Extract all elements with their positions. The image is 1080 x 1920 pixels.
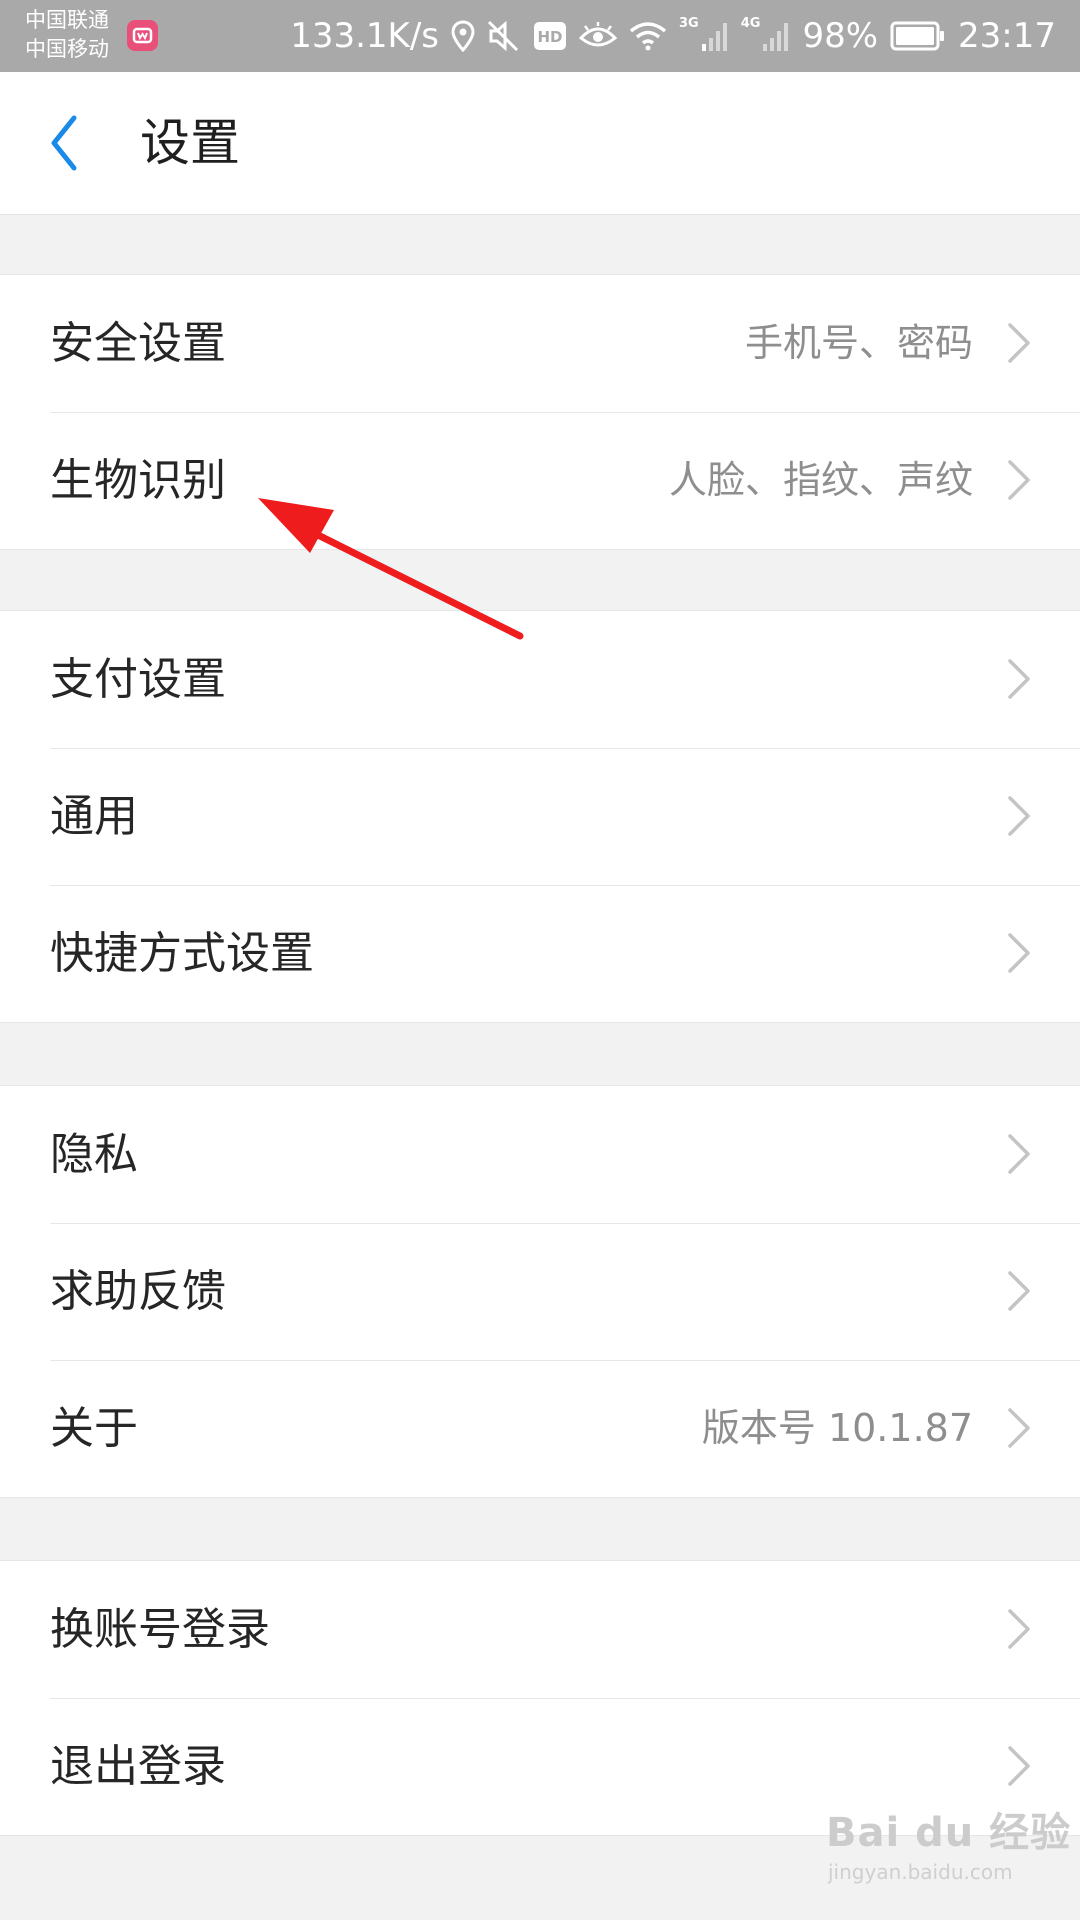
settings-group-support: 隐私 求助反馈 关于 版本号 10.1.87: [0, 1085, 1080, 1498]
settings-item-switch-account[interactable]: 换账号登录: [0, 1561, 1080, 1698]
mute-icon: [487, 20, 519, 52]
chevron-right-icon: [1008, 323, 1030, 363]
hd-label: HD: [537, 28, 562, 46]
app-badge-icon: [127, 20, 158, 51]
hd-icon: HD: [534, 22, 566, 50]
item-value: 人脸、指纹、声纹: [668, 458, 973, 502]
settings-group-login: 换账号登录 退出登录: [0, 1560, 1080, 1836]
item-label: 生物识别: [50, 455, 226, 506]
item-label: 隐私: [50, 1129, 138, 1180]
settings-item-privacy[interactable]: 隐私: [0, 1086, 1080, 1223]
signal-4g-label: 4G: [740, 16, 761, 31]
chevron-right-icon: [1008, 1609, 1030, 1649]
carrier-2: 中国移动: [25, 37, 109, 61]
item-label: 通用: [50, 791, 138, 842]
chevron-left-icon: [51, 115, 77, 171]
settings-item-general[interactable]: 通用: [0, 748, 1080, 885]
settings-group-account: 安全设置 手机号、密码 生物识别 人脸、指纹、声纹: [0, 274, 1080, 550]
item-label: 换账号登录: [50, 1604, 270, 1655]
settings-item-shortcuts[interactable]: 快捷方式设置: [0, 885, 1080, 1022]
carrier-info: 中国联通 中国移动: [25, 6, 109, 64]
watermark-url: jingyan.baidu.com: [828, 1860, 1013, 1884]
signal-4g-icon: [763, 23, 789, 51]
watermark: Bai du 经验 jingyan.baidu.com: [826, 1800, 1072, 1884]
back-button[interactable]: [40, 112, 102, 174]
chevron-right-icon: [1008, 1746, 1030, 1786]
chevron-right-icon: [1008, 933, 1030, 973]
title-bar: 设置: [0, 72, 1080, 215]
page-title: 设置: [140, 114, 240, 172]
item-label: 求助反馈: [50, 1266, 226, 1317]
clock: 23:17: [958, 16, 1056, 56]
battery-percent: 98%: [802, 16, 879, 56]
net-speed: 133.1K/s: [290, 16, 439, 56]
battery-icon: [890, 21, 945, 51]
settings-item-about[interactable]: 关于 版本号 10.1.87: [0, 1360, 1080, 1497]
chevron-right-icon: [1008, 460, 1030, 500]
settings-item-biometrics[interactable]: 生物识别 人脸、指纹、声纹: [0, 412, 1080, 549]
chevron-right-icon: [1008, 659, 1030, 699]
item-label: 退出登录: [50, 1741, 226, 1792]
settings-item-help-feedback[interactable]: 求助反馈: [0, 1223, 1080, 1360]
item-value: 版本号 10.1.87: [701, 1406, 973, 1450]
signal-3g-icon: [701, 23, 727, 51]
chevron-right-icon: [1008, 796, 1030, 836]
location-icon: [451, 20, 475, 52]
status-bar: 中国联通 中国移动 133.1K/s HD 3G 4G 98% 23:17: [0, 0, 1080, 72]
settings-item-payment[interactable]: 支付设置: [0, 611, 1080, 748]
watermark-logo: Bai du 经验: [826, 1810, 1072, 1856]
item-label: 快捷方式设置: [50, 928, 314, 979]
item-label: 安全设置: [50, 318, 226, 369]
chevron-right-icon: [1008, 1408, 1030, 1448]
item-value: 手机号、密码: [744, 321, 973, 365]
chevron-right-icon: [1008, 1134, 1030, 1174]
item-label: 关于: [50, 1403, 138, 1454]
wifi-icon: [629, 22, 667, 51]
settings-group-general: 支付设置 通用 快捷方式设置: [0, 610, 1080, 1023]
signal-3g-label: 3G: [679, 16, 699, 31]
status-icons: 133.1K/s HD 3G 4G 98% 23:17: [290, 0, 1056, 72]
carrier-1: 中国联通: [25, 8, 109, 32]
eye-icon: [579, 22, 617, 47]
item-label: 支付设置: [50, 654, 226, 705]
settings-item-security[interactable]: 安全设置 手机号、密码: [0, 275, 1080, 412]
chevron-right-icon: [1008, 1271, 1030, 1311]
